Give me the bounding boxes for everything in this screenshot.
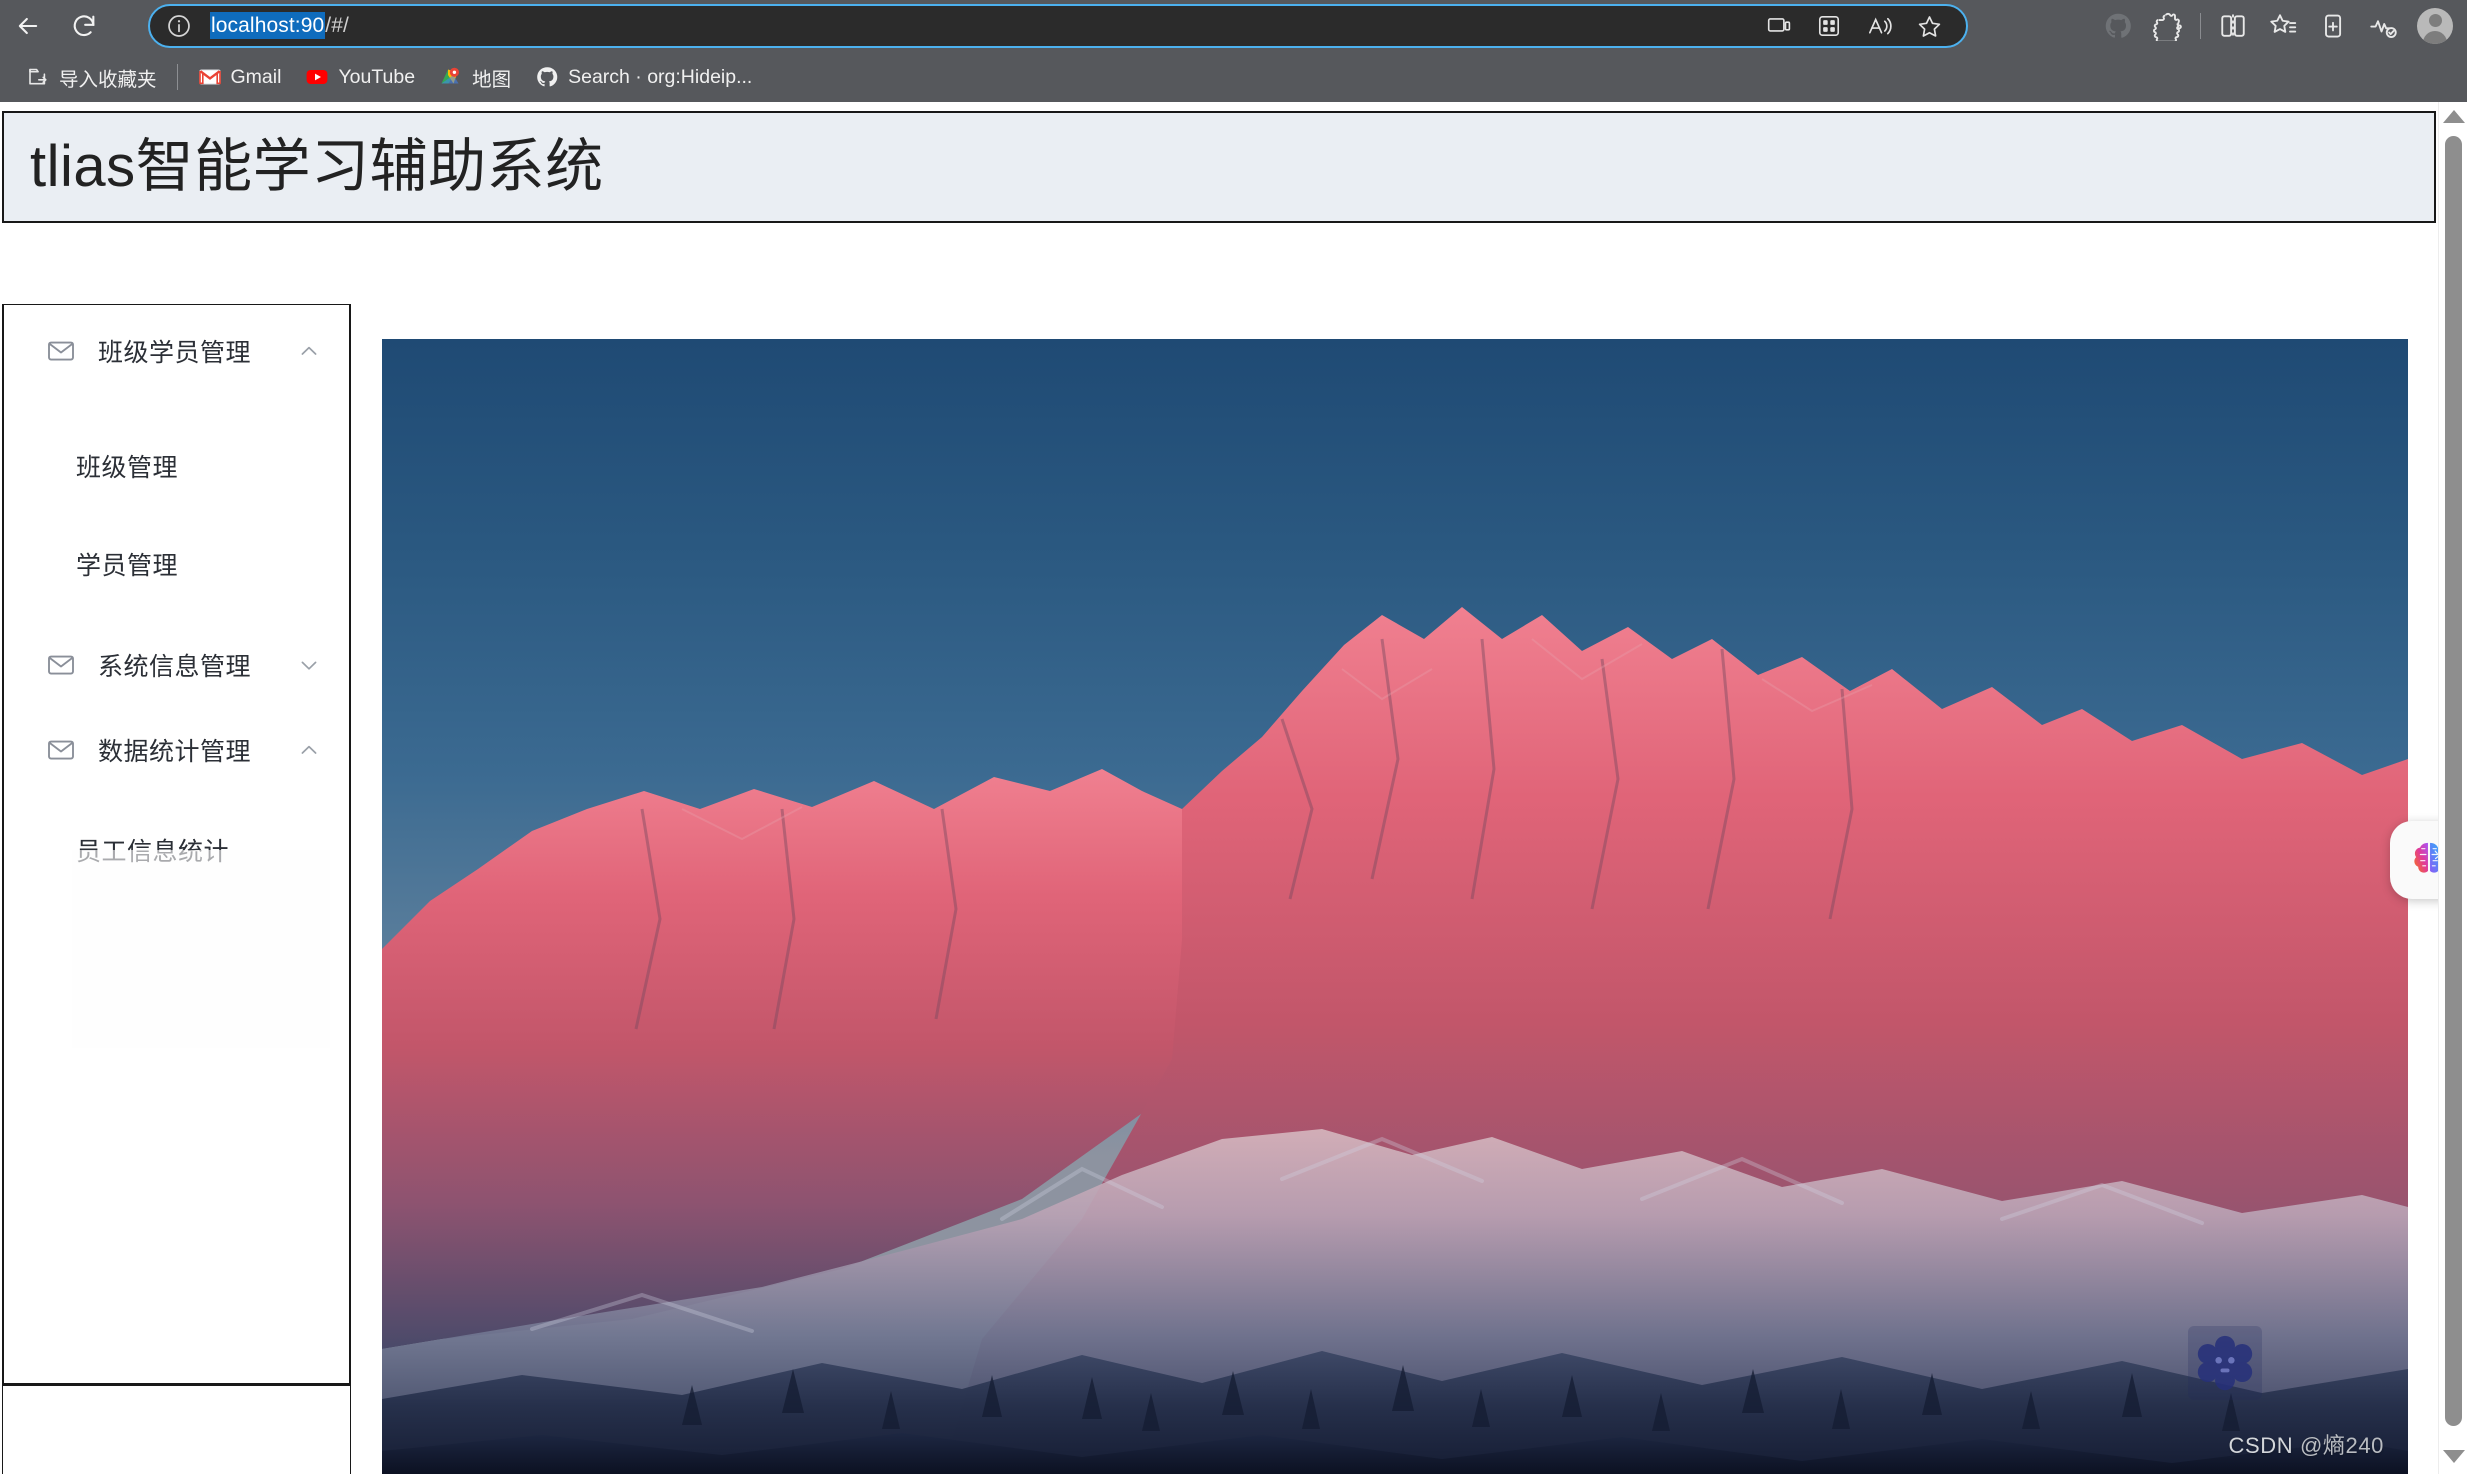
scroll-up-arrow[interactable] [2439,102,2467,131]
csdn-watermark: CSDN @熵240 [2228,1428,2384,1460]
sidebar-group-label: 数据统计管理 [98,738,252,766]
back-button[interactable] [0,0,56,52]
app-header: tlias智能学习辅助系统 [2,111,2436,223]
url-selected-part: localhost:90 [210,12,326,39]
page-title: tlias智能学习辅助系统 [30,134,604,199]
chevron-down-icon[interactable] [297,653,321,677]
sidebar: 班级学员管理 班级管理 学员管理 系统信息管理 数据统计管理 [2,304,351,1385]
sidebar-group-system-info[interactable]: 系统信息管理 [4,619,349,711]
browser-chrome: localhost:90/#/ 导入收藏夹 Gmail YouTube 地图 S… [0,0,2467,102]
bookmark-label: Gmail [230,65,282,88]
extensions-puzzle-icon[interactable] [2144,2,2192,50]
split-screen-icon[interactable] [2209,2,2257,50]
browser-toolbar: localhost:90/#/ [0,0,2467,52]
envelope-icon [46,735,76,765]
page-viewport: tlias智能学习辅助系统 班级学员管理 班级管理 学员管理 系统信息管理 数据… [0,102,2467,1474]
toolbar-divider [2200,13,2201,39]
omnibox-actions [1756,6,1952,46]
info-circle-icon[interactable] [162,9,196,43]
broken-image-placeholder [72,850,330,1048]
scrollbar-thumb[interactable] [2445,136,2462,1426]
bookmark-label: 地图 [472,68,512,91]
vertical-scrollbar[interactable] [2438,102,2467,1474]
flower-logo-badge [2188,1326,2262,1400]
avatar-body [2423,31,2447,44]
sidebar-group-label: 系统信息管理 [98,653,252,681]
app-body: 班级学员管理 班级管理 学员管理 系统信息管理 数据统计管理 CSDN @熵24… [2,223,2438,1474]
bookmark-gmail[interactable]: Gmail [186,58,294,96]
chevron-up-icon[interactable] [297,738,321,762]
avatar [2417,8,2453,44]
refresh-button[interactable] [56,0,112,52]
watermark-site: CSDN [2228,1433,2294,1458]
add-collection-icon[interactable] [2309,2,2357,50]
sidebar-group-class-student[interactable]: 班级学员管理 [4,305,349,397]
mountain-silhouettes [382,607,2408,1474]
sidebar-item-class-management[interactable]: 班级管理 [4,429,349,503]
envelope-icon [46,650,76,680]
avatar-head [2428,14,2442,27]
ai-brain-icon [2414,842,2438,873]
triangle-down-icon [2442,1450,2465,1463]
watermark-author: @熵240 [2299,1433,2384,1458]
profile-avatar[interactable] [2409,0,2461,52]
ai-assistant-button[interactable] [2390,821,2438,899]
bookmark-label: 导入收藏夹 [59,68,157,91]
bookmark-youtube[interactable]: YouTube [293,58,427,96]
bookmarks-divider [176,64,178,90]
address-bar-text[interactable]: localhost:90/#/ [210,12,349,39]
bookmark-import-favorites[interactable]: 导入收藏夹 [14,58,169,96]
bookmarks-bar: 导入收藏夹 Gmail YouTube 地图 Search · org:Hide… [0,52,2467,102]
scroll-down-arrow[interactable] [2439,1442,2467,1471]
envelope-icon [46,336,76,366]
browser-essentials-icon[interactable] [2359,2,2407,50]
chevron-up-icon[interactable] [297,339,321,363]
sidebar-item-label: 学员管理 [76,552,179,580]
bookmark-label: Search · org:Hideip... [568,65,753,88]
bookmark-maps[interactable]: 地图 [427,58,523,96]
sidebar-group-label: 班级学员管理 [98,339,252,367]
sidebar-inner: 班级学员管理 班级管理 学员管理 系统信息管理 数据统计管理 [4,305,349,1383]
read-aloud-icon[interactable] [1856,6,1902,46]
collections-star-icon[interactable] [2259,2,2307,50]
favorite-star-icon[interactable] [1906,6,1952,46]
cast-device-icon[interactable] [1756,6,1802,46]
hero-mountain-photo: CSDN @熵240 [382,339,2408,1474]
sidebar-footer-panel [2,1385,351,1474]
url-rest-part: /#/ [325,14,349,37]
browser-action-bar [2094,0,2461,52]
triangle-up-icon [2442,110,2465,123]
sidebar-item-student-management[interactable]: 学员管理 [4,527,349,601]
split-screen-app-icon[interactable] [1806,6,1852,46]
bookmark-github-search[interactable]: Search · org:Hideip... [523,58,764,96]
main-content: CSDN @熵240 [382,223,2438,1474]
tlias-app: tlias智能学习辅助系统 班级学员管理 班级管理 学员管理 系统信息管理 数据… [0,102,2438,1474]
sidebar-group-data-statistics[interactable]: 数据统计管理 [4,704,349,796]
bookmark-label: YouTube [338,65,416,88]
sidebar-item-label: 班级管理 [76,454,179,482]
github-extension-icon[interactable] [2094,2,2142,50]
address-bar[interactable]: localhost:90/#/ [148,4,1968,48]
